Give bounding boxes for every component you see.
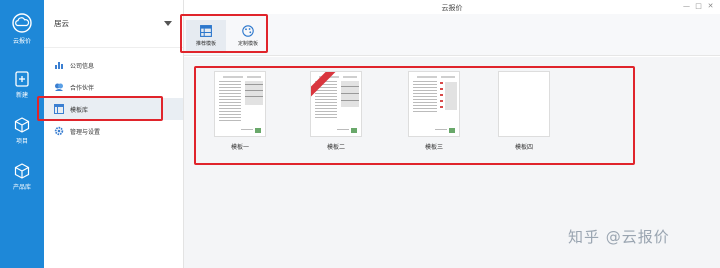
product-cube-icon (14, 163, 30, 179)
sidebar-item-partners[interactable]: 合作伙伴 (44, 76, 183, 98)
sidebar-item-label: 合作伙伴 (70, 84, 95, 92)
rail-label-cloud-quote: 云报价 (12, 38, 31, 45)
company-name: 居云 (54, 19, 69, 28)
secondary-sidebar: 居云 公司信息 合作伙伴 模板库 管理与设置 (44, 0, 184, 268)
rail-item-cloud-quote[interactable]: 云报价 (0, 8, 44, 50)
rail-item-product-library[interactable]: 产品库 (0, 156, 44, 198)
company-icon (54, 60, 64, 70)
cloud-logo-icon (12, 13, 32, 33)
rail-label-new: 新建 (15, 92, 28, 99)
templates-highlight-box (194, 66, 635, 165)
sidebar-item-label: 管理与设置 (70, 128, 101, 136)
title-bar: 云报价 — □ ✕ (184, 0, 720, 14)
sidebar-item-label: 公司信息 (70, 62, 95, 70)
settings-gear-icon (54, 126, 64, 136)
partner-icon (54, 82, 64, 92)
sidebar-item-company-info[interactable]: 公司信息 (44, 54, 183, 76)
watermark-text: 知乎 @云报价 (568, 228, 670, 246)
project-cube-icon (14, 117, 30, 133)
close-icon[interactable]: ✕ (706, 2, 715, 10)
minimize-icon[interactable]: — (682, 2, 691, 10)
new-doc-icon (15, 71, 29, 87)
sidebar-highlight-box (37, 96, 163, 121)
sidebar-item-management-settings[interactable]: 管理与设置 (44, 120, 183, 142)
left-rail: 云报价 新建 项目 产品库 (0, 0, 44, 268)
toolbar-highlight-box (180, 14, 268, 53)
rail-label-project: 项目 (15, 138, 28, 145)
window-title: 云报价 (441, 4, 463, 12)
company-selector[interactable]: 居云 (44, 0, 183, 48)
rail-label-product-library: 产品库 (12, 184, 31, 191)
chevron-down-icon[interactable] (164, 21, 172, 26)
maximize-icon[interactable]: □ (694, 2, 703, 10)
